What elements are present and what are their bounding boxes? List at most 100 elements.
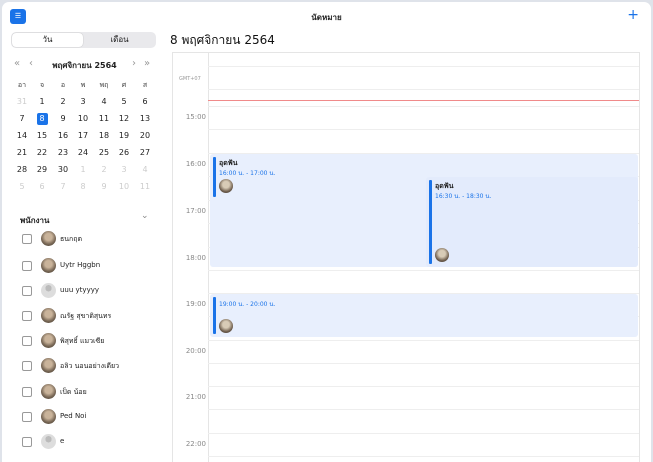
day-cell[interactable]: 13 — [135, 111, 155, 127]
day-cell[interactable]: 7 — [53, 179, 73, 195]
day-cell[interactable]: 15 — [32, 128, 52, 144]
weekday-label: ศ — [121, 81, 127, 89]
day-cell[interactable]: 21 — [12, 145, 32, 161]
employee-checkbox[interactable] — [22, 234, 32, 244]
day-cell[interactable]: 4 — [94, 94, 114, 110]
avatar — [41, 409, 56, 424]
employee-item[interactable]: uuu ytyyyy — [22, 282, 157, 300]
grid-line — [208, 433, 639, 434]
day-cell[interactable]: 23 — [53, 145, 73, 161]
chevron-down-icon[interactable]: ⌄ — [141, 211, 149, 221]
day-cell[interactable]: 18 — [94, 128, 114, 144]
employee-item[interactable]: เป็ด น้อย — [22, 383, 157, 401]
day-cell[interactable]: 22 — [32, 145, 52, 161]
prev-month-button[interactable]: ‹ — [29, 58, 33, 70]
employee-name: e — [60, 437, 65, 445]
day-cell[interactable]: 9 — [94, 179, 114, 195]
prev-year-button[interactable]: « — [14, 58, 20, 70]
employee-checkbox[interactable] — [22, 387, 32, 397]
employee-name: ธนกฤต — [60, 235, 83, 243]
day-cell[interactable]: 20 — [135, 128, 155, 144]
event-card[interactable]: 19:00 น. - 20:00 น. — [210, 294, 638, 337]
weekday-label: พฤ — [99, 81, 109, 89]
next-month-button[interactable]: › — [132, 58, 136, 70]
weekday-row: อา จ อ พ พฤ ศ ส — [10, 77, 156, 94]
day-cell[interactable]: 5 — [114, 94, 134, 110]
add-appointment-button[interactable]: + — [627, 7, 639, 23]
next-year-button[interactable]: » — [144, 58, 150, 70]
day-cell[interactable]: 2 — [94, 162, 114, 178]
grid-line — [208, 270, 639, 271]
employee-checkbox[interactable] — [22, 437, 32, 447]
employee-item[interactable]: อลิว นอนอย่างเดียว — [22, 357, 157, 375]
day-cell[interactable]: 31 — [12, 94, 32, 110]
employee-item[interactable]: ธนกฤต — [22, 230, 157, 248]
avatar — [219, 319, 233, 333]
day-view-grid[interactable]: GMT+07 15:00 16:00 17:00 18:00 19:00 20:… — [172, 52, 640, 462]
day-cell[interactable]: 2 — [53, 94, 73, 110]
day-cell[interactable]: 29 — [32, 162, 52, 178]
day-cell[interactable]: 19 — [114, 128, 134, 144]
grid-line — [208, 456, 639, 457]
day-cell[interactable]: 8 — [73, 179, 93, 195]
app-window: ☰ นัดหมาย + วัน เดือน 8 พฤศจิกายน 2564 «… — [2, 2, 651, 462]
hour-label: 18:00 — [185, 254, 206, 262]
employee-item[interactable]: e — [22, 433, 157, 451]
employee-item[interactable]: Uytr Hggbn — [22, 257, 157, 275]
day-cell[interactable]: 10 — [114, 179, 134, 195]
day-cell[interactable]: 24 — [73, 145, 93, 161]
grid-line — [208, 89, 639, 90]
day-cell[interactable]: 11 — [135, 179, 155, 195]
event-color-bar — [429, 180, 432, 264]
day-cell[interactable]: 25 — [94, 145, 114, 161]
avatar-placeholder — [41, 283, 56, 298]
day-cell[interactable]: 6 — [135, 94, 155, 110]
employee-checkbox[interactable] — [22, 361, 32, 371]
employees-section-title: พนักงาน — [20, 216, 50, 225]
day-cell[interactable]: 3 — [73, 94, 93, 110]
employee-checkbox[interactable] — [22, 261, 32, 271]
window-title: นัดหมาย — [311, 13, 342, 22]
day-cell[interactable]: 1 — [32, 94, 52, 110]
employee-item[interactable]: Ped Noi — [22, 408, 157, 426]
weekday-label: อ — [60, 81, 66, 89]
day-cell[interactable]: 9 — [53, 111, 73, 127]
day-cell[interactable]: 4 — [135, 162, 155, 178]
day-cell[interactable]: 28 — [12, 162, 32, 178]
day-cell[interactable]: 5 — [12, 179, 32, 195]
event-card[interactable]: อุดฟัน 16:30 น. - 18:30 น. — [426, 177, 638, 267]
employee-item[interactable]: พิสุทธิ์ แมวเซีย — [22, 332, 157, 350]
employee-checkbox[interactable] — [22, 336, 32, 346]
employee-checkbox[interactable] — [22, 311, 32, 321]
current-time-indicator — [208, 100, 639, 101]
day-cell[interactable]: 16 — [53, 128, 73, 144]
day-cell[interactable]: 26 — [114, 145, 134, 161]
day-cell[interactable]: 30 — [53, 162, 73, 178]
day-cell[interactable]: 10 — [73, 111, 93, 127]
tab-day[interactable]: วัน — [12, 33, 83, 47]
day-cell[interactable]: 6 — [32, 179, 52, 195]
employee-checkbox[interactable] — [22, 412, 32, 422]
avatar — [41, 333, 56, 348]
day-cell[interactable]: 12 — [114, 111, 134, 127]
grid-line — [208, 409, 639, 410]
day-cell-selected[interactable]: 8 — [32, 111, 52, 127]
day-cell[interactable]: 27 — [135, 145, 155, 161]
grid-line — [208, 386, 639, 387]
hour-label: 17:00 — [185, 207, 206, 215]
employee-item[interactable]: ณรัฐ สุขาติสุนทร — [22, 307, 157, 325]
day-cell[interactable]: 14 — [12, 128, 32, 144]
weekday-label: จ — [39, 81, 45, 89]
title-bar: ☰ นัดหมาย + — [2, 2, 651, 28]
day-cell[interactable]: 3 — [114, 162, 134, 178]
day-cell[interactable]: 17 — [73, 128, 93, 144]
employee-checkbox[interactable] — [22, 286, 32, 296]
weekday-label: อา — [17, 81, 27, 89]
day-cell[interactable]: 7 — [12, 111, 32, 127]
mini-calendar: อา จ อ พ พฤ ศ ส 31 1 2 3 4 5 6 7 8 9 10 … — [10, 77, 156, 196]
day-cell[interactable]: 11 — [94, 111, 114, 127]
avatar — [435, 248, 449, 262]
day-cell[interactable]: 1 — [73, 162, 93, 178]
weekday-label: พ — [80, 81, 86, 89]
tab-month[interactable]: เดือน — [84, 33, 155, 47]
